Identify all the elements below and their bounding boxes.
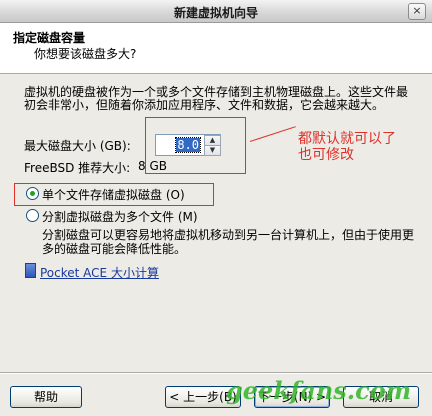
single-file-label[interactable]: 单个文件存储虚拟磁盘 (O): [42, 186, 185, 203]
annotation-arrow: [249, 126, 296, 142]
disk-description: 虚拟机的硬盘被作为一个或多个文件存储到主机物理磁盘上。这些文件最初会非常小，但随…: [24, 85, 409, 112]
max-size-label: 最大磁盘大小 (GB):: [24, 139, 131, 153]
page-subtitle: 你想要该磁盘多大?: [34, 47, 137, 61]
annotation-box-size: [145, 117, 246, 174]
annotation-text: 都默认就可以了 也可修改: [298, 131, 396, 163]
single-file-radio[interactable]: [26, 187, 39, 200]
footer-divider: [0, 372, 432, 374]
watermark-text: geekfans.com: [226, 376, 412, 405]
pocket-ace-link[interactable]: Pocket ACE 大小计算: [40, 264, 159, 281]
recommended-size-label: FreeBSD 推荐大小:: [24, 161, 131, 175]
page-title: 指定磁盘容量: [13, 31, 86, 45]
help-button[interactable]: 帮助: [10, 386, 82, 408]
split-files-label[interactable]: 分割虚拟磁盘为多个文件 (M): [42, 208, 198, 225]
split-description: 分割磁盘可以更容易地将虚拟机移动到另一台计算机上，但由于使用更多的磁盘可能会降低…: [42, 228, 415, 256]
window-title: 新建虚拟机向导: [173, 6, 258, 20]
wizard-header: 指定磁盘容量 你想要该磁盘多大?: [0, 23, 432, 74]
split-files-radio[interactable]: [26, 209, 39, 222]
drive-icon: [25, 263, 36, 278]
radio-selected-dot: [30, 191, 35, 196]
title-bar: 新建虚拟机向导 ×: [0, 0, 432, 23]
close-button[interactable]: ×: [408, 3, 426, 20]
